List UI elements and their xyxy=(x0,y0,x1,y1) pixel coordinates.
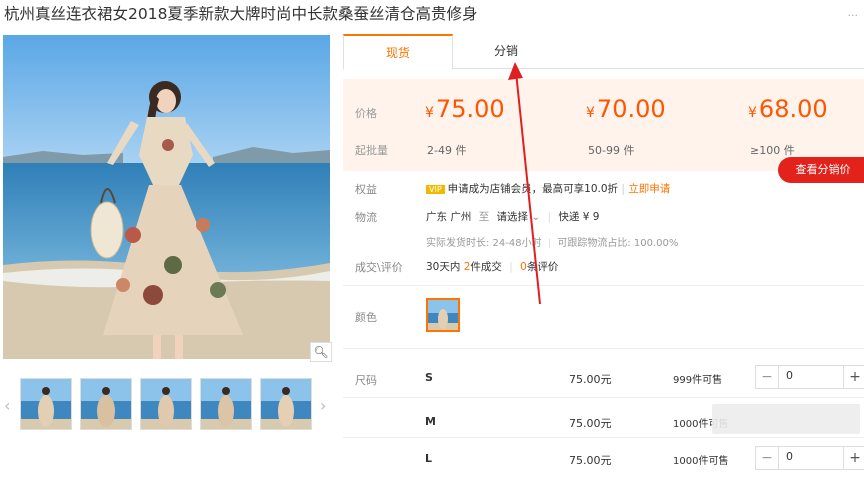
trace-rate: 可跟踪物流占比: 100.00% xyxy=(557,238,679,249)
decrement-button[interactable]: − xyxy=(756,447,779,469)
annotation-arrow xyxy=(508,62,541,305)
tier-qty: 2-49 件 xyxy=(427,144,467,157)
thumbnail-strip: ‹ › xyxy=(4,368,332,430)
color-option[interactable] xyxy=(426,298,460,332)
spec-row: L 75.00元 1000件可售 − 0 + xyxy=(343,440,864,478)
product-main-image[interactable] xyxy=(3,35,330,359)
tier-qty: 50-99 件 xyxy=(588,144,635,157)
quantity-stepper: − 0 + xyxy=(755,365,864,389)
spec-stock: 999件可售 xyxy=(673,375,723,386)
watermark-blur xyxy=(712,404,860,434)
thumbnail[interactable] xyxy=(80,378,132,430)
quantity-input[interactable]: 0 xyxy=(786,369,793,382)
spec-row: S 75.00元 999件可售 − 0 + xyxy=(343,359,864,397)
logistics-label: 物流 xyxy=(355,211,377,224)
tier-price: ¥70.00 xyxy=(586,95,666,123)
quantity-stepper: − 0 + xyxy=(755,446,864,470)
vip-badge: VIP xyxy=(426,185,445,194)
spec-price: 75.00元 xyxy=(569,417,612,430)
spec-price: 75.00元 xyxy=(569,454,612,467)
rights-label: 权益 xyxy=(355,183,377,196)
offer-tabs: 现货 分销 xyxy=(343,34,864,70)
product-photo xyxy=(3,35,330,359)
deals-label: 成交\评价 xyxy=(355,261,403,274)
tier-price: ¥68.00 xyxy=(748,95,828,123)
tier-price: ¥75.00 xyxy=(425,95,505,123)
color-label: 颜色 xyxy=(355,311,377,324)
divider xyxy=(343,285,864,286)
view-distribution-price-button[interactable]: 查看分销价 xyxy=(778,157,864,183)
more-indicator: ... xyxy=(847,6,859,19)
spec-price: 75.00元 xyxy=(569,373,612,386)
divider xyxy=(343,437,864,438)
divider xyxy=(343,397,864,398)
increment-button[interactable]: + xyxy=(843,447,864,469)
apply-membership-link[interactable]: 立即申请 xyxy=(628,183,670,195)
moq-label: 起批量 xyxy=(355,144,388,157)
deals-period: 30天内 xyxy=(426,261,461,273)
price-label: 价格 xyxy=(355,107,377,120)
quantity-input[interactable]: 0 xyxy=(786,450,793,463)
zoom-button[interactable]: 🔍︎ xyxy=(310,342,332,362)
separator: | xyxy=(621,183,625,195)
tab-spot[interactable]: 现货 xyxy=(343,34,453,70)
spec-stock: 1000件可售 xyxy=(673,456,729,467)
divider xyxy=(343,348,864,349)
thumbnail[interactable] xyxy=(140,378,192,430)
express-fee: 快递 ¥ 9 xyxy=(558,211,600,223)
increment-button[interactable]: + xyxy=(843,366,864,388)
tier-qty: ≥100 件 xyxy=(750,144,795,157)
decrement-button[interactable]: − xyxy=(756,366,779,388)
spec-size: L xyxy=(425,452,433,465)
magnifier-icon: 🔍︎ xyxy=(313,345,329,359)
thumbnail[interactable] xyxy=(20,378,72,430)
spec-size: S xyxy=(425,371,433,384)
thumbnail[interactable] xyxy=(260,378,312,430)
to-word: 至 xyxy=(478,211,490,223)
spec-size: M xyxy=(425,415,436,428)
chevron-left-icon[interactable]: ‹ xyxy=(4,396,10,415)
ship-from: 广东 广州 xyxy=(426,211,472,223)
product-title: 杭州真丝连衣裙女2018夏季新款大牌时尚中长款桑蚕丝清仓高贵修身 xyxy=(4,5,478,23)
thumbnail[interactable] xyxy=(200,378,252,430)
chevron-right-icon[interactable]: › xyxy=(320,396,326,415)
